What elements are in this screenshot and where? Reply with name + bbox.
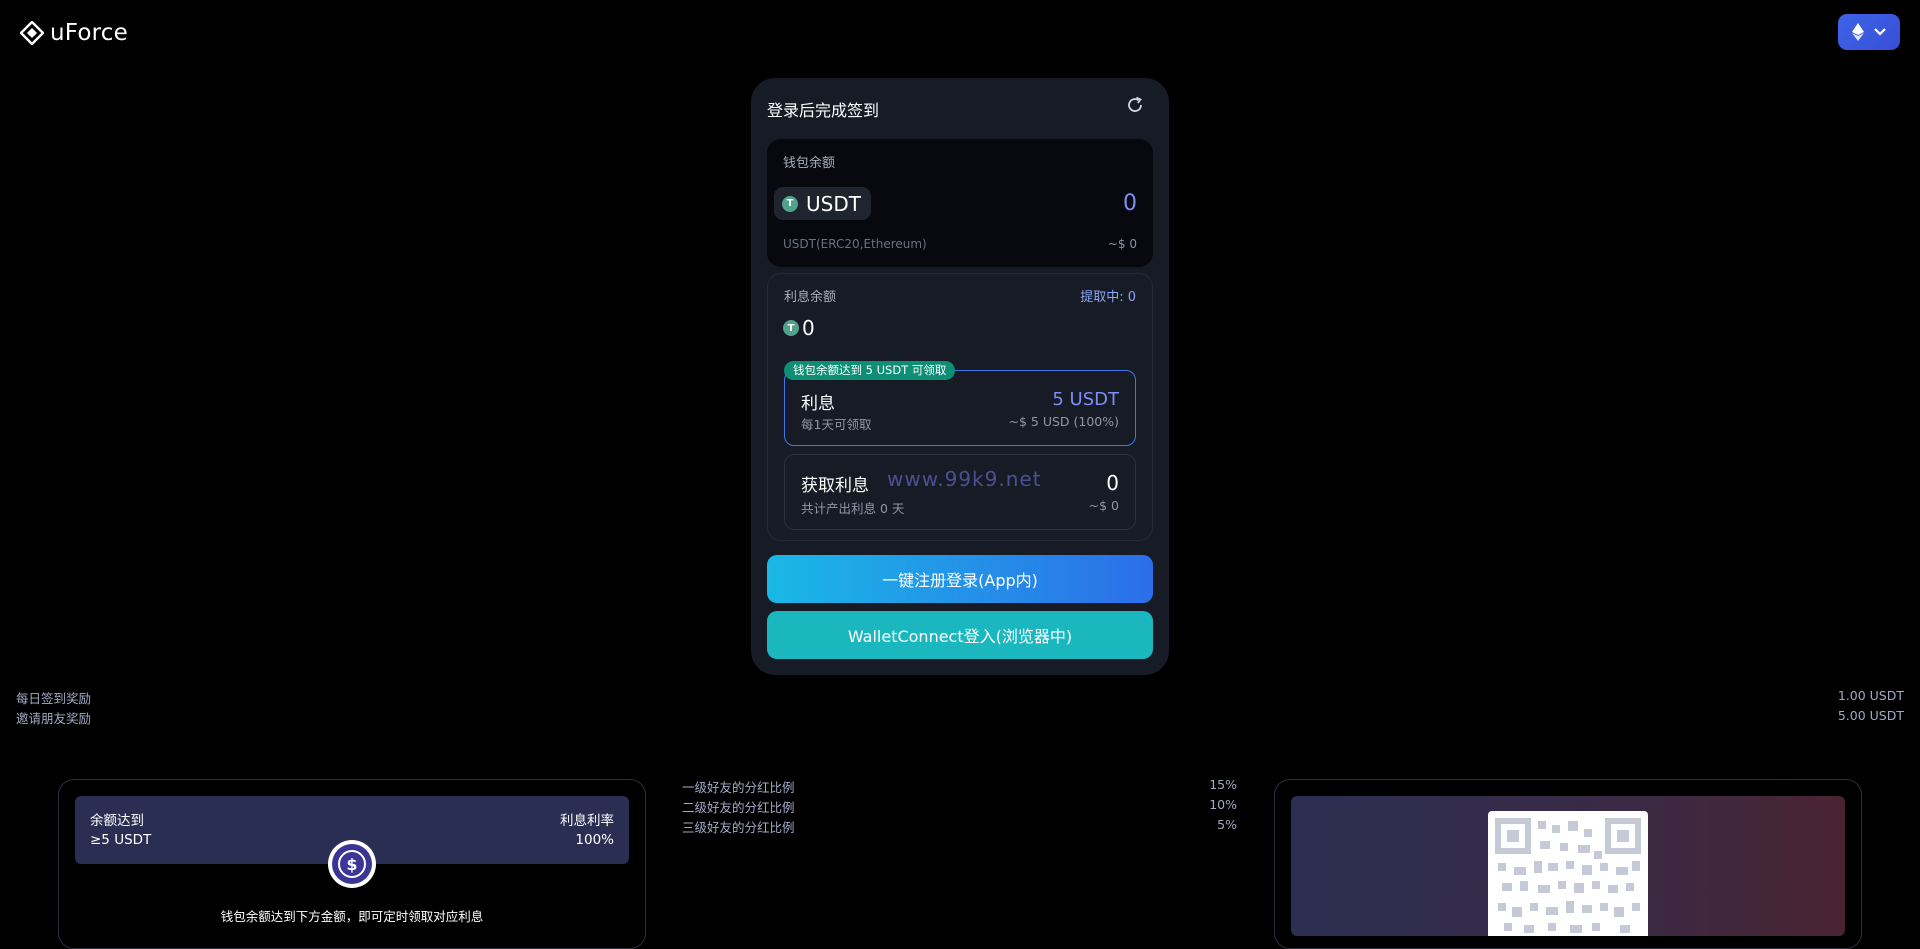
tether-icon: T xyxy=(782,195,798,212)
plan-value: 5 USDT xyxy=(1052,389,1119,410)
plan-frequency: 每1天可领取 xyxy=(801,417,872,432)
plan-title: 利息 xyxy=(801,394,835,414)
wallet-balance-box: 钱包余额 T USDT 0 USDT(ERC20,Ethereum) ~$ 0 xyxy=(767,139,1153,267)
dollar-exchange-icon: $ xyxy=(328,840,376,888)
token-selector[interactable]: T USDT xyxy=(774,187,871,220)
token-name: USDT xyxy=(806,191,861,216)
qr-code[interactable] xyxy=(1488,811,1648,936)
brand-logo[interactable]: uForce xyxy=(20,20,128,46)
interest-balance-box: 利息余额 提取中: 0 T 0 钱包余额达到 5 USDT 可领取 利息 每1天… xyxy=(767,273,1153,541)
earned-interest-value: 0 xyxy=(1106,471,1119,495)
invite-qr-panel xyxy=(1274,779,1862,949)
watermark-text: www.99k9.net xyxy=(887,467,1042,491)
invite-reward-value: 5.00 USDT xyxy=(1837,708,1904,723)
earned-interest-title: 获取利息 xyxy=(801,476,869,496)
daily-checkin-reward-label: 每日签到奖励 xyxy=(16,691,92,706)
network-selector[interactable] xyxy=(1838,14,1900,50)
interest-rate-panel: 余额达到 ≥5 USDT 利息利率 100% $ 钱包余额达到下方金额，即可定时… xyxy=(58,779,646,949)
earned-interest-box: 获取利息 www.99k9.net 共计产出利息 0 天 0 ~$ 0 xyxy=(784,454,1136,530)
uforce-logo-icon xyxy=(20,21,44,45)
level1-referral-label: 一级好友的分红比例 xyxy=(682,780,795,795)
wallet-balance-label: 钱包余额 xyxy=(783,156,836,171)
qr-background xyxy=(1291,796,1845,936)
card-title: 登录后完成签到 xyxy=(767,101,880,120)
rate-panel-note: 钱包余额达到下方金额，即可定时领取对应利息 xyxy=(220,909,484,924)
level2-referral-label: 二级好友的分红比例 xyxy=(682,800,795,815)
plan-usd-value: ~$ 5 USD (100%) xyxy=(1008,414,1120,429)
balance-reach-value: ≥5 USDT xyxy=(90,832,152,848)
svg-text:$: $ xyxy=(346,855,357,874)
daily-checkin-reward-value: 1.00 USDT xyxy=(1837,688,1904,703)
invite-reward-label: 邀请朋友奖励 xyxy=(16,711,92,726)
interest-balance-label: 利息余额 xyxy=(784,290,837,305)
plan-requirement-badge: 钱包余额达到 5 USDT 可领取 xyxy=(784,361,956,380)
tether-icon: T xyxy=(783,320,799,336)
earned-usd-value: ~$ 0 xyxy=(1088,498,1119,513)
level1-referral-value: 15% xyxy=(1209,777,1237,792)
withdrawing-status: 提取中: 0 xyxy=(1080,290,1136,305)
level3-referral-label: 三级好友的分红比例 xyxy=(682,820,795,835)
register-login-button[interactable]: 一键注册登录(App内) xyxy=(767,555,1153,603)
interest-plan-option[interactable]: 利息 每1天可领取 5 USDT ~$ 5 USD (100%) xyxy=(784,370,1136,446)
interest-rate-label: 利息利率 xyxy=(560,813,614,829)
level3-referral-value: 5% xyxy=(1217,817,1237,832)
chevron-down-icon xyxy=(1874,28,1886,36)
interest-rate-value: 100% xyxy=(575,832,614,848)
ethereum-icon xyxy=(1852,23,1864,41)
wallet-usd-value: ~$ 0 xyxy=(1107,237,1137,251)
brand-name: uForce xyxy=(50,20,129,46)
wallet-amount: 0 xyxy=(1123,191,1137,216)
level2-referral-value: 10% xyxy=(1209,797,1237,812)
refresh-icon[interactable] xyxy=(1125,95,1145,115)
balance-reach-label: 余额达到 xyxy=(90,813,144,829)
walletconnect-button[interactable]: WalletConnect登入(浏览器中) xyxy=(767,611,1153,659)
earned-days: 共计产出利息 0 天 xyxy=(801,501,905,516)
interest-amount: 0 xyxy=(802,316,815,340)
wallet-chain: USDT(ERC20,Ethereum) xyxy=(783,237,927,251)
checkin-card: 登录后完成签到 钱包余额 T USDT 0 USDT(ERC20,Ethereu… xyxy=(751,78,1169,675)
